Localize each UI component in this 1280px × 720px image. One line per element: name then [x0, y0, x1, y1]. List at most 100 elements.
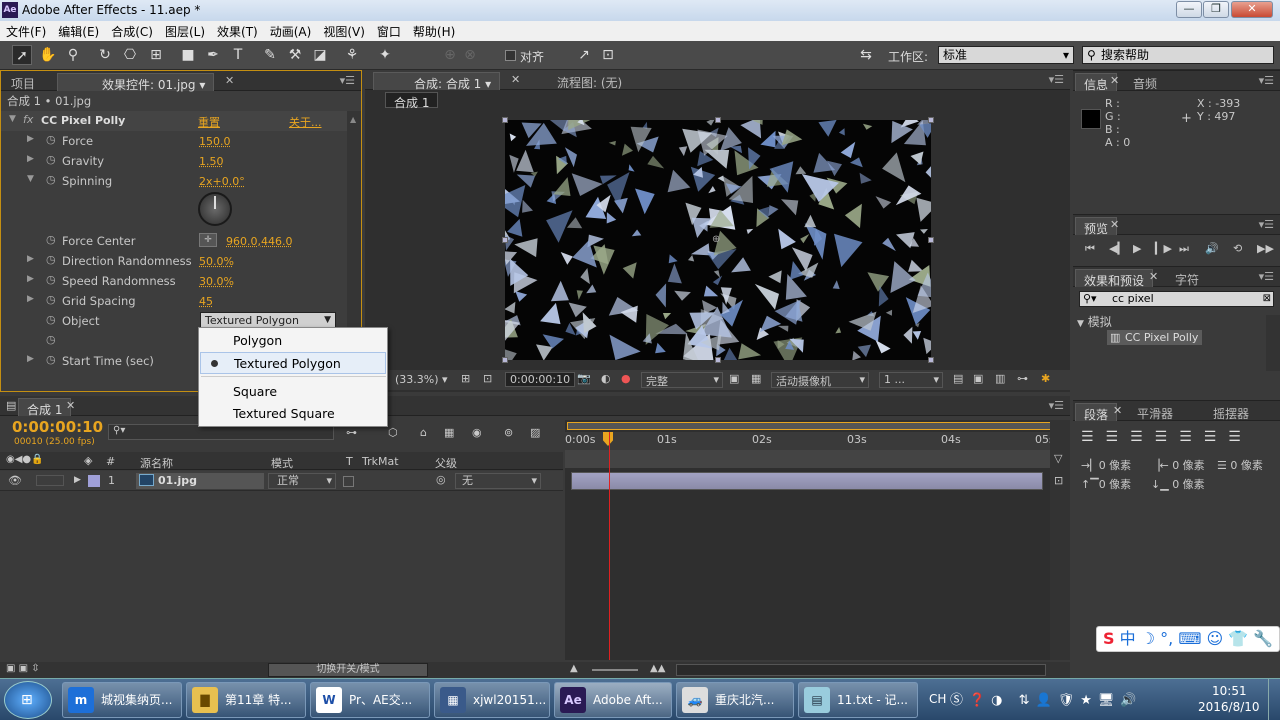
stopwatch-icon[interactable]: ◷ — [46, 173, 56, 186]
layer-duration-bar[interactable] — [571, 472, 1043, 490]
eraser-tool-icon[interactable]: ◪ — [310, 45, 330, 65]
expand-triangle-icon[interactable]: ▶ — [27, 274, 34, 284]
color-channels-icon[interactable]: ● — [621, 372, 631, 385]
grid-spacing-value[interactable]: 45 — [199, 295, 213, 308]
playhead-line[interactable] — [609, 432, 610, 660]
expand-triangle-icon[interactable]: ▶ — [27, 294, 34, 304]
fast-preview-icon[interactable]: ▣ — [973, 372, 983, 385]
panel-menu-icon[interactable]: ▾☰ — [1259, 74, 1274, 87]
close-icon[interactable]: ✕ — [511, 73, 520, 86]
close-icon[interactable]: ✕ — [225, 74, 234, 87]
option-polygon[interactable]: Polygon — [200, 330, 386, 352]
transparency-grid-icon[interactable]: ▦ — [751, 372, 761, 385]
expand-triangle-icon[interactable]: ▶ — [74, 475, 81, 485]
direction-randomness-value[interactable]: 50.0% — [199, 255, 234, 268]
workspace-toggle-icon[interactable]: ⇆ — [856, 45, 876, 65]
taskbar-item[interactable]: ▦ xjwl20151... — [434, 682, 550, 718]
stopwatch-icon[interactable]: ◷ — [46, 253, 56, 266]
taskbar-item[interactable]: 🚙 重庆北汽... — [676, 682, 794, 718]
transform-handle[interactable] — [502, 117, 508, 123]
text-tool-icon[interactable]: T — [228, 45, 248, 65]
minimize-button[interactable]: — — [1176, 1, 1202, 18]
tree-category[interactable]: ▼ 模拟 — [1077, 313, 1112, 330]
help-search-input[interactable]: ⚲ 搜索帮助 — [1082, 46, 1274, 64]
close-icon[interactable]: ✕ — [1110, 74, 1119, 87]
resolution-select[interactable]: 完整 ▾ — [641, 372, 723, 388]
comp-timecode[interactable]: 0:00:00:10 — [505, 372, 576, 387]
about-link[interactable]: 关于... — [289, 114, 322, 130]
spinning-dial[interactable] — [198, 192, 232, 226]
motion-blur-icon[interactable]: ◉ — [472, 426, 482, 439]
next-frame-icon[interactable]: ▎▶ — [1155, 242, 1172, 255]
puppet-pin-tool-icon[interactable]: ✦ — [375, 45, 395, 65]
clock-date[interactable]: 2016/8/10 — [1198, 700, 1260, 714]
close-icon[interactable]: ✕ — [1110, 218, 1119, 231]
rectangle-tool-icon[interactable]: ■ — [178, 45, 198, 65]
layer-mode-select[interactable]: 正常 ▾ — [268, 473, 336, 489]
language-indicator[interactable]: CH — [929, 692, 946, 706]
axis-mode-icon[interactable]: ⊕ — [440, 45, 460, 65]
effect-item-cc-pixel-polly[interactable]: ▥ CC Pixel Polly — [1107, 330, 1203, 345]
zoom-slider[interactable] — [592, 669, 638, 671]
preserve-transparency-checkbox[interactable] — [343, 476, 354, 487]
work-area-bar[interactable] — [567, 422, 1051, 430]
gravity-value[interactable]: 1.50 — [199, 155, 224, 168]
menu-view[interactable]: 视图(V) — [323, 23, 365, 40]
comp-mini-flowchart-icon[interactable]: ⊶ — [346, 426, 357, 439]
taskbar-item-active[interactable]: Ae Adobe Aft... — [554, 682, 672, 718]
expand-triangle-icon[interactable]: ▶ — [27, 254, 34, 264]
space-before[interactable]: ↑▔0 像素 — [1081, 476, 1131, 492]
taskbar-item[interactable]: ▇ 第11章 特... — [186, 682, 306, 718]
transform-handle[interactable] — [715, 357, 721, 363]
rotate-tool-icon[interactable]: ↻ — [95, 45, 115, 65]
stopwatch-icon[interactable]: ◷ — [46, 313, 56, 326]
force-center-value[interactable]: 960.0,446.0 — [226, 235, 292, 248]
toggle-pixel-icon[interactable]: ▤ — [953, 372, 963, 385]
force-value[interactable]: 150.0 — [199, 135, 231, 148]
comp-button-icon[interactable]: ⊡ — [1054, 474, 1063, 487]
timeline-track-area[interactable]: 0:00s 01s 02s 03s 04s 05s — [565, 420, 1055, 660]
pickwhip-icon[interactable]: ◎ — [436, 473, 446, 486]
menu-file[interactable]: 文件(F) — [6, 23, 46, 40]
close-icon[interactable]: ✕ — [66, 399, 75, 412]
fit-icon[interactable]: ⊞ — [461, 372, 470, 385]
indent-first[interactable]: ☰ 0 像素 — [1217, 457, 1263, 473]
space-after[interactable]: ↓▁ 0 像素 — [1151, 476, 1205, 492]
transform-handle[interactable] — [715, 117, 721, 123]
flowchart-icon[interactable]: ⊶ — [1017, 372, 1028, 385]
camera-tool-icon[interactable]: ⎔ — [120, 45, 140, 65]
tab-audio[interactable]: 音频 — [1125, 73, 1165, 91]
audio-icon[interactable]: 🔊 — [1205, 242, 1219, 255]
tab-effect-controls[interactable]: 效果控件: 01.jpg ▾ — [57, 73, 215, 92]
transform-handle[interactable] — [928, 117, 934, 123]
tab-character[interactable]: 字符 — [1167, 269, 1207, 287]
tab-smoother[interactable]: 平滑器 — [1129, 403, 1181, 421]
transform-handle[interactable] — [502, 357, 508, 363]
col-source-name[interactable]: 源名称 — [140, 455, 173, 471]
ime-toolbar[interactable]: S 中 ☽ °, ⌨ ☺ 👕 🔧 — [1096, 626, 1280, 652]
layer-row[interactable]: 👁 ▶ 1 01.jpg 正常 ▾ ◎ 无 ▾ — [0, 471, 563, 491]
camera-select[interactable]: 活动摄像机 ▾ — [771, 372, 869, 388]
tab-paragraph[interactable]: 段落 — [1075, 403, 1118, 422]
zoom-out-icon[interactable]: ▲ — [570, 663, 578, 674]
menu-effect[interactable]: 效果(T) — [217, 23, 258, 40]
comp-marker-icon[interactable]: ▽ — [1054, 452, 1062, 465]
timeline-timecode[interactable]: 0:00:00:10 — [12, 418, 103, 436]
menu-layer[interactable]: 图层(L) — [165, 23, 205, 40]
layer-switches[interactable] — [36, 475, 64, 486]
clear-search-icon[interactable]: ⊠ — [1263, 292, 1271, 306]
option-textured-polygon[interactable]: Textured Polygon — [200, 352, 386, 374]
indent-left[interactable]: →▏0 像素 — [1081, 457, 1131, 473]
effects-scrollbar[interactable] — [1266, 315, 1280, 371]
tab-wiggler[interactable]: 摇摆器 — [1205, 403, 1257, 421]
reset-link[interactable]: 重置 — [198, 114, 220, 130]
last-frame-icon[interactable]: ⏭ — [1179, 242, 1189, 256]
col-parent[interactable]: 父级 — [435, 455, 457, 471]
menu-help[interactable]: 帮助(H) — [413, 23, 455, 40]
maximize-button[interactable]: ❐ — [1203, 1, 1229, 18]
stopwatch-icon[interactable]: ◷ — [46, 153, 56, 166]
expand-triangle-icon[interactable]: ▶ — [27, 134, 34, 144]
shy-layers-icon[interactable]: ⌂ — [420, 426, 427, 439]
roi-icon[interactable]: ▣ — [729, 372, 739, 385]
snap-icon[interactable]: ↗ — [574, 45, 594, 65]
